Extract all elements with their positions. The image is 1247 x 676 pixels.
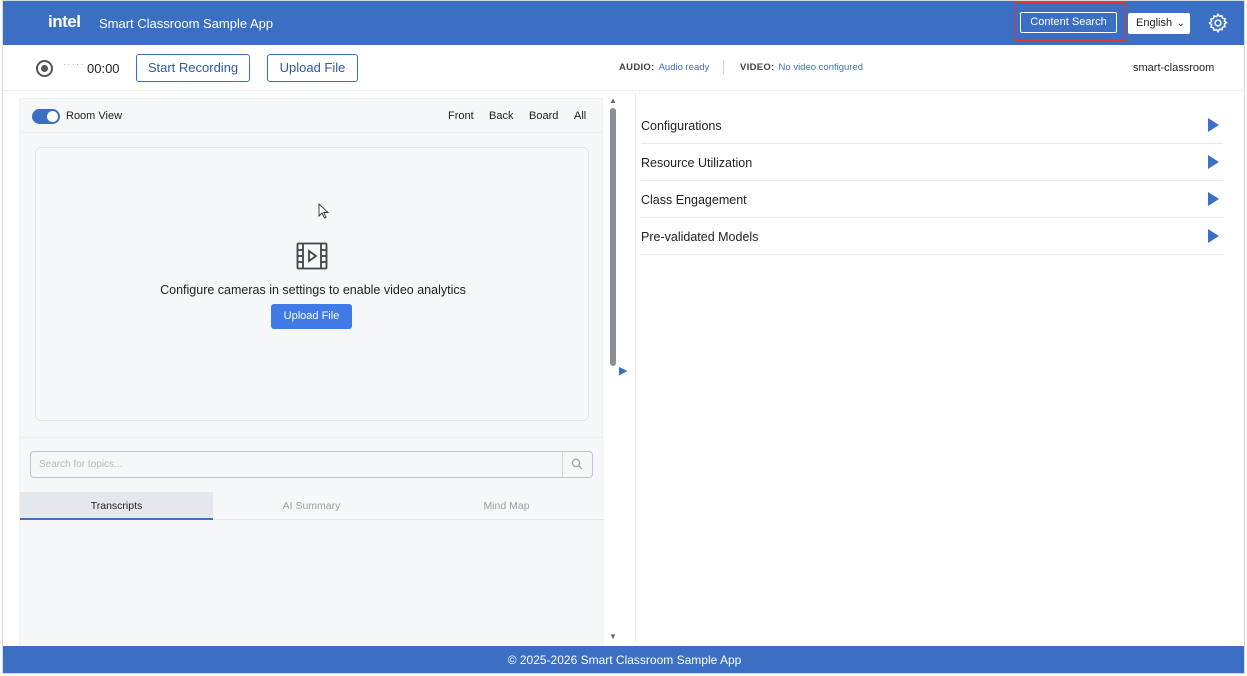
status-divider <box>723 60 724 74</box>
top-header: intel Smart Classroom Sample App Content… <box>3 1 1244 45</box>
accordion-class-engagement[interactable]: Class Engagement <box>641 181 1223 218</box>
right-panel: Configurations Resource Utilization Clas… <box>641 107 1223 255</box>
video-film-icon <box>296 242 328 270</box>
audio-status: AUDIO: Audio ready <box>619 62 709 73</box>
app-frame: intel Smart Classroom Sample App Content… <box>2 0 1245 674</box>
recording-toolbar: ····· 00:00 Start Recording Upload File … <box>3 45 1244 91</box>
search-icon[interactable] <box>571 458 583 470</box>
left-panel: Room View Front Back Board All Configure… <box>19 98 604 647</box>
left-panel-scrollbar[interactable]: ▲ ▼ <box>608 96 618 644</box>
mouse-cursor-icon <box>318 203 330 219</box>
content-search-button[interactable]: Content Search <box>1020 12 1117 33</box>
scroll-down-icon[interactable]: ▼ <box>609 632 617 641</box>
view-tab-back[interactable]: Back <box>489 110 513 122</box>
content-tabs: Transcripts AI Summary Mind Map <box>20 492 604 520</box>
room-view-toggle[interactable] <box>32 109 60 124</box>
expand-arrow-icon[interactable] <box>1208 192 1219 206</box>
accordion-label: Configurations <box>641 119 722 133</box>
chevron-down-icon: ⌄ <box>1176 18 1185 29</box>
start-recording-button[interactable]: Start Recording <box>136 54 250 82</box>
expand-arrow-icon[interactable] <box>1208 229 1219 243</box>
recording-timer: 00:00 <box>87 61 120 76</box>
audio-status-key: AUDIO: <box>619 62 655 73</box>
expand-arrow-icon[interactable] <box>1208 118 1219 132</box>
video-status-key: VIDEO: <box>740 62 775 73</box>
camera-config-message: Configure cameras in settings to enable … <box>160 283 466 297</box>
footer: © 2025-2026 Smart Classroom Sample App <box>3 646 1244 673</box>
panel-divider <box>635 93 636 641</box>
gear-icon[interactable] <box>1207 12 1229 34</box>
tab-ai-summary[interactable]: AI Summary <box>215 492 408 520</box>
upload-file-primary-button[interactable]: Upload File <box>271 304 352 329</box>
scrollbar-thumb[interactable] <box>610 108 616 366</box>
tab-mind-map[interactable]: Mind Map <box>410 492 603 520</box>
accordion-label: Resource Utilization <box>641 156 753 170</box>
accordion-label: Class Engagement <box>641 193 747 207</box>
video-status-value: No video configured <box>778 62 864 73</box>
language-value: English <box>1136 17 1173 29</box>
view-tab-front[interactable]: Front <box>448 110 474 122</box>
scroll-up-icon[interactable]: ▲ <box>609 96 617 105</box>
panel-collapse-arrow-icon[interactable]: ▶ <box>619 364 627 377</box>
language-select[interactable]: English ⌄ <box>1128 13 1190 34</box>
accordion-pre-validated-models[interactable]: Pre-validated Models <box>641 218 1223 255</box>
topic-search-input[interactable] <box>31 452 561 477</box>
intel-logo: intel <box>48 12 81 31</box>
accordion-configurations[interactable]: Configurations <box>641 107 1223 144</box>
search-divider <box>562 452 563 477</box>
content-area: Transcripts AI Summary Mind Map <box>20 437 604 647</box>
upload-file-button[interactable]: Upload File <box>267 54 358 82</box>
video-status: VIDEO: No video configured <box>740 62 863 73</box>
video-placeholder: Configure cameras in settings to enable … <box>35 147 589 421</box>
audio-level-indicator: ····· <box>63 59 85 70</box>
expand-arrow-icon[interactable] <box>1208 155 1219 169</box>
app-title: Smart Classroom Sample App <box>99 16 274 31</box>
audio-status-value: Audio ready <box>658 62 710 73</box>
view-tab-board[interactable]: Board <box>529 110 558 122</box>
accordion-label: Pre-validated Models <box>641 230 759 244</box>
room-view-bar: Room View Front Back Board All <box>20 99 604 133</box>
room-view-label: Room View <box>66 110 123 122</box>
record-indicator-icon[interactable] <box>36 60 53 77</box>
view-tab-all[interactable]: All <box>574 110 586 122</box>
environment-name: smart-classroom <box>1133 62 1215 74</box>
tab-transcripts[interactable]: Transcripts <box>20 492 213 520</box>
accordion-resource-utilization[interactable]: Resource Utilization <box>641 144 1223 181</box>
topic-search <box>30 451 593 478</box>
